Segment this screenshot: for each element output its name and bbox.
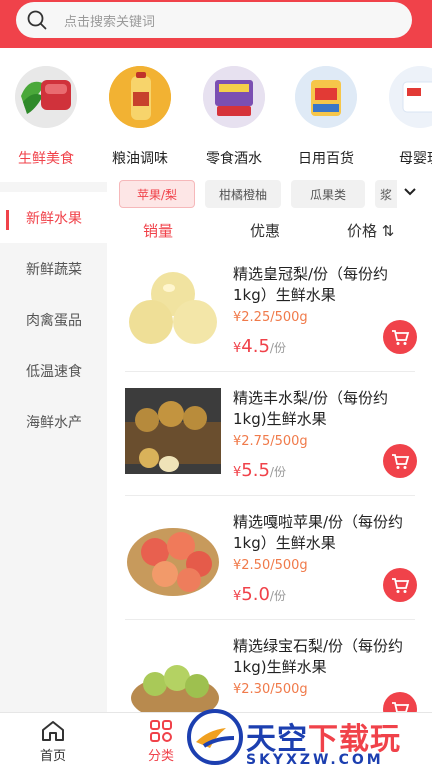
sidebar: 新鲜水果 新鲜蔬菜 肉禽蛋品 低温速食 海鲜水产	[0, 182, 107, 712]
add-to-cart-button[interactable]	[383, 320, 417, 354]
product-price: ¥5.5/份	[233, 460, 286, 481]
add-to-cart-button[interactable]	[383, 444, 417, 478]
subcategory-tabs: 苹果/梨 柑橘橙柚 瓜果类 浆	[107, 180, 432, 214]
product-price: ¥5.0/份	[233, 584, 286, 605]
product-unit-price: ¥2.25/500g	[233, 310, 308, 325]
category-fresh-food[interactable]: 生鲜美食	[6, 66, 86, 168]
product-name: 精选丰水梨/份（每份约1kg)生鲜水果	[233, 389, 389, 428]
asian-pear-icon	[125, 388, 221, 474]
subtab-berries[interactable]: 浆	[375, 180, 397, 208]
category-daily-goods[interactable]: 日用百货	[286, 66, 366, 168]
category-row: 生鲜美食 粮油调味 零食酒水 日用百货 母婴	[0, 48, 432, 180]
cart-icon	[392, 702, 410, 712]
product-card[interactable]: 精选丰水梨/份（每份约1kg)生鲜水果 ¥2.75/500g ¥5.5/份	[107, 372, 432, 496]
subtab-label: 瓜果类	[309, 187, 346, 202]
snacks-icon	[203, 66, 265, 128]
nav-home-label: 首页	[39, 749, 66, 764]
product-unit-price: ¥2.30/500g	[233, 682, 308, 697]
price-value: 5.0	[241, 584, 270, 605]
apple-icon	[125, 512, 221, 598]
sidebar-item-label: 低温速食	[26, 363, 82, 380]
product-price: ¥4.5/份	[233, 336, 286, 357]
add-to-cart-button[interactable]	[383, 568, 417, 602]
subtab-apple-pear[interactable]: 苹果/梨	[119, 180, 195, 208]
product-name: 精选皇冠梨/份（每份约1kg）生鲜水果	[233, 265, 389, 304]
subtab-citrus[interactable]: 柑橘橙柚	[205, 180, 281, 208]
watermark: 天空下载玩 SKYXZW.COM	[186, 709, 432, 768]
product-unit-price: ¥2.75/500g	[233, 434, 308, 449]
price-per: /份	[269, 465, 286, 479]
product-list: 精选皇冠梨/份（每份约1kg）生鲜水果 ¥2.25/500g ¥4.5/份 精选…	[107, 248, 432, 712]
price-value: 4.5	[241, 336, 270, 357]
grain-oil-icon	[109, 66, 171, 128]
header-bar: 点击搜索关键词	[0, 0, 432, 48]
category-grain-oil[interactable]: 粮油调味	[100, 66, 180, 168]
fresh-food-icon	[15, 66, 77, 128]
home-icon	[42, 721, 64, 741]
subtab-label: 柑橘橙柚	[218, 187, 267, 202]
product-card[interactable]: 精选绿宝石梨/份（每份约1kg)生鲜水果 ¥2.30/500g	[107, 620, 432, 712]
sort-sales[interactable]: 销量	[143, 220, 173, 241]
cart-icon	[392, 454, 410, 469]
sidebar-item-meat-eggs[interactable]: 肉禽蛋品	[0, 294, 107, 345]
watermark-logo-icon	[187, 709, 243, 765]
nav-home[interactable]: 首页	[18, 719, 88, 764]
sidebar-item-vegetables[interactable]: 新鲜蔬菜	[0, 243, 107, 294]
search-icon	[27, 10, 47, 30]
category-label: 粮油调味	[112, 151, 168, 167]
sidebar-item-label: 新鲜水果	[26, 210, 82, 227]
category-label: 零食酒水	[206, 151, 262, 167]
sidebar-item-fruit[interactable]: 新鲜水果	[0, 192, 107, 243]
search-bar[interactable]: 点击搜索关键词	[16, 2, 412, 38]
category-baby[interactable]: 母婴玩	[380, 66, 432, 168]
subtab-label: 浆	[379, 187, 392, 202]
category-grid-icon	[150, 720, 172, 742]
product-card[interactable]: 精选嘎啦苹果/份（每份约1kg）生鲜水果 ¥2.50/500g ¥5.0/份	[107, 496, 432, 620]
sidebar-item-frozen-food[interactable]: 低温速食	[0, 345, 107, 396]
product-name: 精选嘎啦苹果/份（每份约1kg）生鲜水果	[233, 513, 404, 552]
sidebar-item-label: 海鲜水产	[26, 414, 82, 431]
sidebar-item-seafood[interactable]: 海鲜水产	[0, 396, 107, 447]
price-value: 5.5	[241, 460, 270, 481]
category-label: 生鲜美食	[18, 151, 74, 167]
baby-icon	[389, 66, 432, 128]
search-placeholder: 点击搜索关键词	[64, 14, 156, 30]
add-to-cart-button[interactable]	[383, 692, 417, 712]
watermark-subtitle: SKYXZW.COM	[246, 752, 384, 768]
category-snacks[interactable]: 零食酒水	[194, 66, 274, 168]
category-label: 日用百货	[298, 151, 354, 167]
pear-icon	[125, 264, 221, 350]
product-card[interactable]: 精选皇冠梨/份（每份约1kg）生鲜水果 ¥2.25/500g ¥4.5/份	[107, 248, 432, 372]
sort-bar: 销量 优惠 价格 ⇅	[107, 214, 432, 246]
sidebar-item-label: 肉禽蛋品	[26, 312, 82, 329]
category-label: 母婴玩	[399, 151, 432, 167]
green-pear-icon	[125, 636, 221, 712]
cart-icon	[392, 330, 410, 345]
product-name: 精选绿宝石梨/份（每份约1kg)生鲜水果	[233, 637, 404, 676]
price-per: /份	[269, 341, 286, 355]
subtab-melon[interactable]: 瓜果类	[291, 180, 365, 208]
sidebar-item-label: 新鲜蔬菜	[26, 261, 82, 278]
subtab-label: 苹果/梨	[136, 187, 178, 202]
daily-goods-icon	[295, 66, 357, 128]
sort-discount[interactable]: 优惠	[250, 220, 280, 241]
product-unit-price: ¥2.50/500g	[233, 558, 308, 573]
cart-icon	[392, 578, 410, 593]
price-per: /份	[269, 589, 286, 603]
nav-category-label: 分类	[147, 749, 174, 764]
chevron-down-icon[interactable]	[402, 184, 418, 200]
sort-price[interactable]: 价格 ⇅	[347, 220, 394, 241]
